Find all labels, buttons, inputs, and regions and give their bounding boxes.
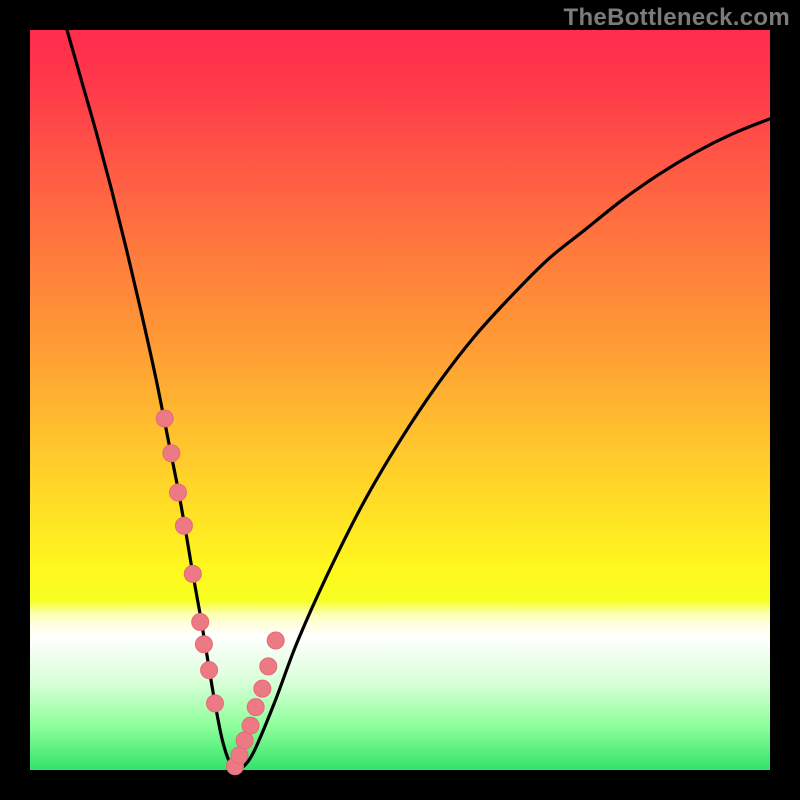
data-marker [192,614,209,631]
data-marker [260,658,277,675]
data-marker [247,699,264,716]
data-marker [201,662,218,679]
chart-frame: TheBottleneck.com [0,0,800,800]
watermark-text: TheBottleneck.com [564,4,790,32]
data-marker [207,695,224,712]
plot-area [30,30,770,770]
data-marker [170,484,187,501]
marker-layer [156,410,284,775]
chart-svg [30,30,770,770]
curve-layer [67,30,770,770]
data-marker [254,680,271,697]
data-marker [175,517,192,534]
data-marker [156,410,173,427]
data-marker [267,632,284,649]
data-marker [195,636,212,653]
data-marker [242,717,259,734]
data-marker [184,565,201,582]
bottleneck-curve [67,30,770,770]
data-marker [163,445,180,462]
